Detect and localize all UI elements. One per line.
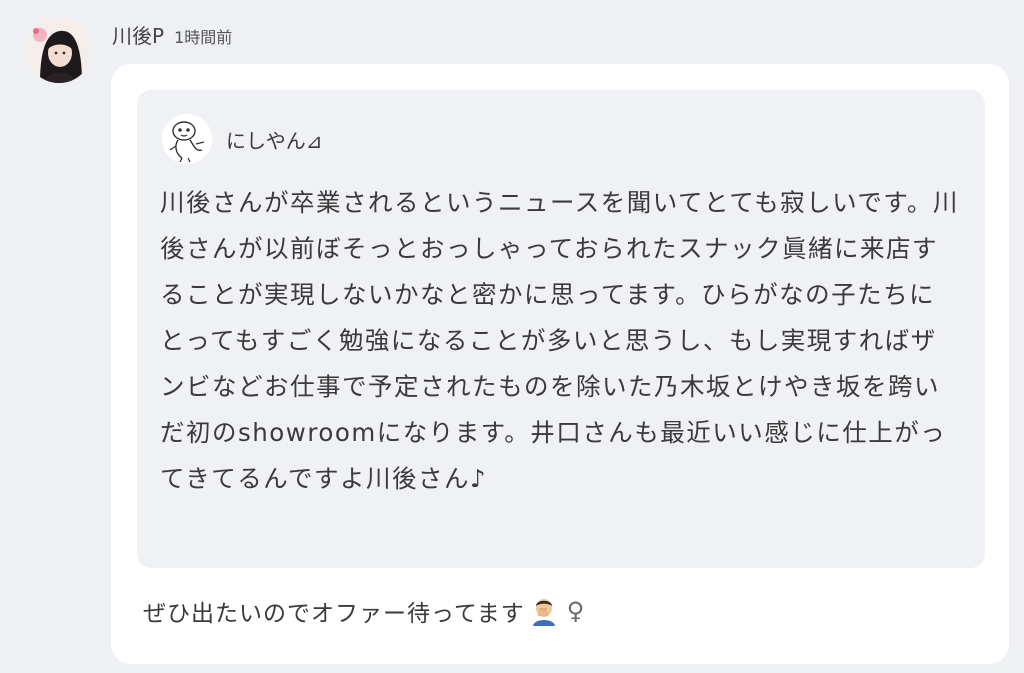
reply-text: ぜひ出たいのでオファー待ってます (143, 601, 525, 627)
quoted-message: にしやん⊿ 川後さんが卒業されるというニュースを聞いてとても寂しいです。川後さん… (137, 90, 985, 568)
user-avatar-photo-icon (26, 17, 92, 83)
timestamp: 1時間前 (174, 28, 233, 47)
man-facepalming-emoji-icon (529, 596, 559, 626)
post-header: 川後P 1時間前 (112, 20, 232, 52)
message-bubble: にしやん⊿ 川後さんが卒業されるというニュースを聞いてとても寂しいです。川後さん… (111, 64, 1009, 664)
quoted-message-header: にしやん⊿ (162, 114, 323, 164)
quoted-user-avatar[interactable] (162, 114, 212, 164)
username[interactable]: 川後P (112, 20, 164, 49)
quoted-username[interactable]: にしやん⊿ (226, 125, 323, 154)
user-avatar[interactable] (26, 17, 92, 83)
comment-thread: 川後P 1時間前 にしやん⊿ 川後さんが卒業されるというニュースを聞いてとても寂… (0, 0, 1024, 673)
female-sign: ♀ (566, 597, 586, 625)
reply-message: ぜひ出たいのでオファー待ってます ♀ (143, 594, 585, 628)
quoted-message-text: 川後さんが卒業されるというニュースを聞いてとても寂しいです。川後さんが以前ぼそっ… (160, 188, 959, 493)
cartoon-character-avatar-icon (162, 114, 212, 164)
